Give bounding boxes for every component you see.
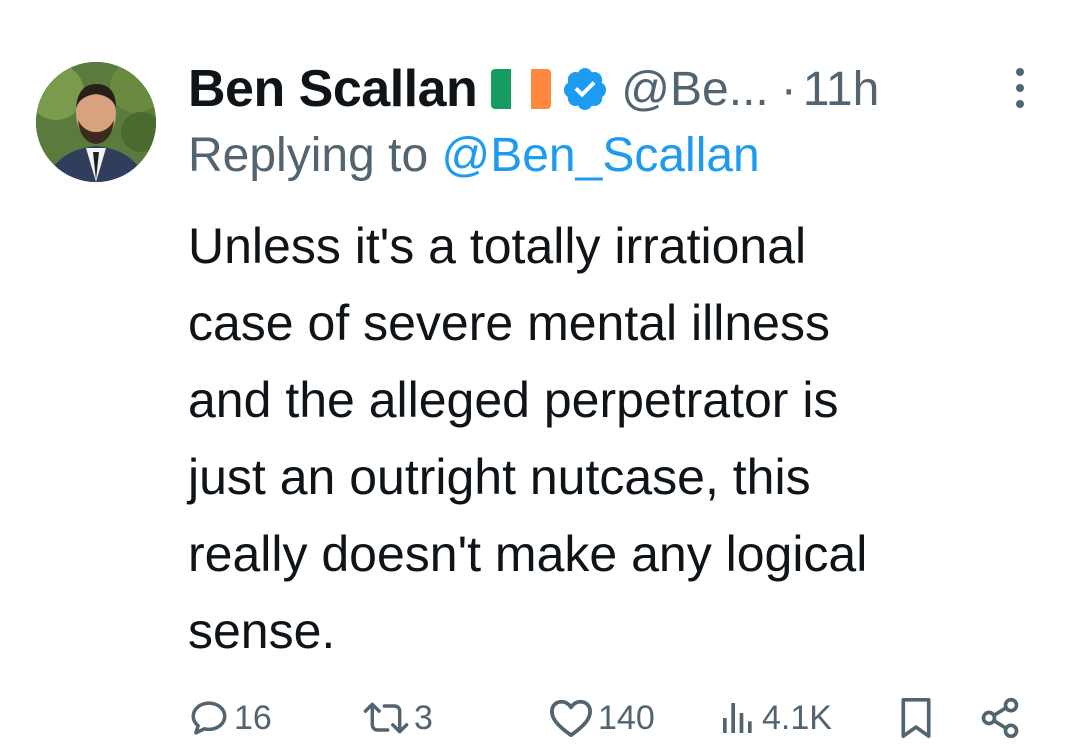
tweet-time[interactable]: 11h — [803, 62, 880, 117]
tweet-text-line: really doesn't make any logical — [188, 526, 868, 582]
like-button[interactable]: 140 — [548, 690, 655, 746]
tweet-text-line: and the alleged perpetrator is — [188, 372, 839, 428]
bookmark-icon — [901, 697, 931, 738]
author-handle[interactable]: @Be... — [621, 62, 768, 117]
reply-count: 16 — [234, 698, 272, 737]
tweet-text-line: case of severe mental illness — [188, 295, 830, 351]
reply-mention-link[interactable]: @Ben_Scallan — [441, 129, 759, 182]
action-bar: 16 3 140 4.1K — [0, 690, 1080, 746]
separator-dot: · — [780, 62, 797, 116]
tweet-text: Unless it's a totally irrational case of… — [188, 208, 1048, 670]
ireland-flag-icon — [491, 69, 552, 109]
reply-button[interactable]: 16 — [188, 690, 272, 746]
verified-badge-icon — [564, 68, 607, 110]
tweet-text-line: just an outright nutcase, this — [188, 449, 811, 505]
more-options-icon[interactable] — [1008, 66, 1032, 110]
replying-to-label: Replying to — [188, 129, 429, 182]
like-count: 140 — [598, 698, 655, 737]
retweet-count: 3 — [414, 698, 433, 737]
views-button[interactable]: 4.1K — [718, 690, 832, 746]
avatar[interactable] — [36, 62, 156, 182]
retweet-icon — [363, 702, 409, 734]
retweet-button[interactable]: 3 — [362, 690, 433, 746]
tweet: Ben Scallan @Be... · 11h Replying to @Be… — [0, 0, 1080, 744]
tweet-text-line: Unless it's a totally irrational — [188, 218, 807, 274]
share-button[interactable] — [978, 690, 1022, 746]
tweet-header: Ben Scallan @Be... · 11h — [188, 56, 879, 122]
author-name[interactable]: Ben Scallan — [188, 59, 478, 119]
replying-to: Replying to @Ben_Scallan — [188, 128, 760, 183]
views-chart-icon — [723, 703, 752, 733]
tweet-text-line: sense. — [188, 603, 336, 659]
bookmark-button[interactable] — [896, 690, 936, 746]
views-count: 4.1K — [762, 698, 832, 737]
share-icon — [981, 697, 1019, 739]
heart-icon — [550, 699, 592, 738]
reply-icon — [191, 701, 227, 735]
